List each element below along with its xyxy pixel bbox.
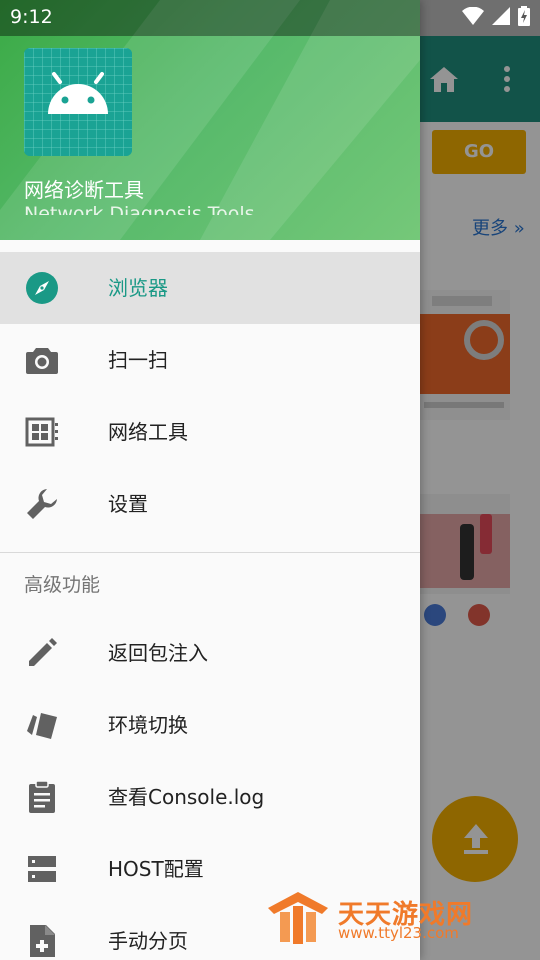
app-logo-icon bbox=[24, 48, 132, 156]
watermark-url: www.ttyl23.com bbox=[338, 924, 459, 942]
menu-item-settings[interactable]: 设置 bbox=[0, 468, 420, 540]
menu-item-label: 手动分页 bbox=[108, 929, 188, 953]
pencil-icon bbox=[24, 635, 60, 671]
add-file-icon bbox=[24, 923, 60, 959]
menu-item-label: 查看Console.log bbox=[108, 785, 265, 809]
menu-item-response-inject[interactable]: 返回包注入 bbox=[0, 617, 420, 689]
menu-item-label: 环境切换 bbox=[108, 713, 188, 737]
menu-item-label: 返回包注入 bbox=[108, 641, 208, 665]
compass-icon bbox=[24, 270, 60, 306]
wrench-icon bbox=[24, 486, 60, 522]
wifi-icon bbox=[462, 6, 484, 29]
camera-icon bbox=[24, 342, 60, 378]
battery-charging-icon bbox=[518, 6, 530, 30]
menu-item-network-tools[interactable]: 网络工具 bbox=[0, 396, 420, 468]
status-bar: 9:12 bbox=[0, 0, 540, 36]
signal-icon bbox=[492, 7, 510, 29]
watermark: 天天游戏网 www.ttyl23.com bbox=[266, 890, 526, 952]
navigation-drawer: 网络诊断工具 Network Diagnosis Tools 浏览器 扫一扫 网… bbox=[0, 0, 420, 960]
status-time: 9:12 bbox=[10, 6, 53, 28]
app-subtitle: Network Diagnosis Tools bbox=[24, 204, 255, 215]
menu-item-scan[interactable]: 扫一扫 bbox=[0, 324, 420, 396]
section-header: 高级功能 bbox=[24, 574, 101, 596]
menu-item-label: 扫一扫 bbox=[108, 348, 168, 372]
menu-item-label: 设置 bbox=[108, 492, 148, 516]
menu-item-label: 网络工具 bbox=[108, 420, 188, 444]
menu-item-console-log[interactable]: 查看Console.log bbox=[0, 761, 420, 833]
swap-cards-icon bbox=[24, 707, 60, 743]
drawer-menu: 浏览器 扫一扫 网络工具 设置 高级功能 返回包注入 环境切换 查看Consol… bbox=[0, 252, 420, 960]
app-title: 网络诊断工具 bbox=[24, 178, 144, 202]
menu-item-env-switch[interactable]: 环境切换 bbox=[0, 689, 420, 761]
drawer-header: 网络诊断工具 Network Diagnosis Tools bbox=[0, 0, 420, 240]
watermark-logo-icon bbox=[266, 890, 330, 946]
menu-item-browser[interactable]: 浏览器 bbox=[0, 252, 420, 324]
menu-item-label: HOST配置 bbox=[108, 857, 204, 881]
server-icon bbox=[24, 851, 60, 887]
menu-item-label: 浏览器 bbox=[108, 276, 168, 300]
dashboard-icon bbox=[24, 414, 60, 450]
clipboard-icon bbox=[24, 779, 60, 815]
